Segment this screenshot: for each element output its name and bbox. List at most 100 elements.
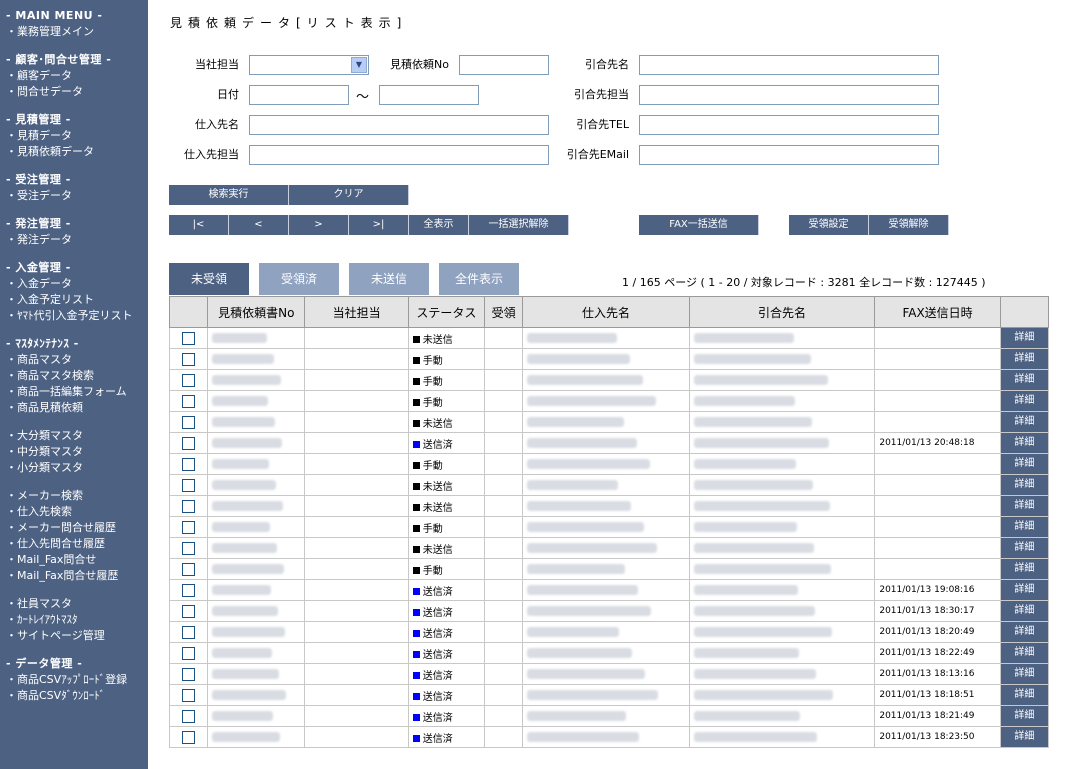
detail-button[interactable]: 詳細 bbox=[1000, 538, 1048, 558]
sidebar-item[interactable]: ・見積依頼データ bbox=[0, 144, 148, 160]
fax-send-all-button[interactable]: FAX一括送信 bbox=[639, 215, 759, 235]
sidebar-item[interactable]: ・メーカー問合せ履歴 bbox=[0, 520, 148, 536]
detail-button[interactable]: 詳細 bbox=[1000, 454, 1048, 474]
row-checkbox[interactable] bbox=[182, 667, 196, 681]
sidebar-item[interactable]: ・商品一括編集フォーム bbox=[0, 384, 148, 400]
chevron-down-icon[interactable]: ▼ bbox=[351, 57, 367, 73]
sidebar-item[interactable]: ・商品CSVｱｯﾌﾟﾛｰﾄﾞ登録 bbox=[0, 672, 148, 688]
sidebar-item[interactable]: ・入金予定リスト bbox=[0, 292, 148, 308]
row-checkbox[interactable] bbox=[182, 625, 196, 639]
sidebar-item[interactable]: ・仕入先問合せ履歴 bbox=[0, 536, 148, 552]
next-page-button[interactable]: > bbox=[289, 215, 349, 235]
sidebar-item[interactable]: ・大分類マスタ bbox=[0, 428, 148, 444]
sidebar-item[interactable]: ・受注データ bbox=[0, 188, 148, 204]
row-checkbox[interactable] bbox=[182, 499, 196, 513]
client-tel-input[interactable] bbox=[639, 115, 939, 135]
first-page-button[interactable]: |< bbox=[169, 215, 229, 235]
detail-button[interactable]: 詳細 bbox=[1000, 412, 1048, 432]
detail-button[interactable]: 詳細 bbox=[1000, 328, 1048, 348]
prev-page-button[interactable]: < bbox=[229, 215, 289, 235]
sidebar-item[interactable]: ・入金データ bbox=[0, 276, 148, 292]
sidebar-item[interactable]: ・見積データ bbox=[0, 128, 148, 144]
row-checkbox[interactable] bbox=[182, 415, 196, 429]
sidebar-item[interactable]: ・商品見積依頼 bbox=[0, 400, 148, 416]
row-checkbox[interactable] bbox=[182, 688, 196, 702]
row-checkbox[interactable] bbox=[182, 541, 196, 555]
tab-show-all[interactable]: 全件表示 bbox=[439, 263, 519, 295]
sidebar-item[interactable]: ・商品マスタ検索 bbox=[0, 368, 148, 384]
client-staff-input[interactable] bbox=[639, 85, 939, 105]
sidebar-item[interactable]: ・ｶｰﾄﾚｲｱｳﾄﾏｽﾀ bbox=[0, 612, 148, 628]
row-checkbox[interactable] bbox=[182, 478, 196, 492]
row-checkbox[interactable] bbox=[182, 709, 196, 723]
row-checkbox[interactable] bbox=[182, 562, 196, 576]
row-checkbox[interactable] bbox=[182, 457, 196, 471]
redacted-value bbox=[527, 668, 646, 679]
received-cell bbox=[484, 642, 524, 664]
date-from-input[interactable] bbox=[249, 85, 349, 105]
detail-button[interactable]: 詳細 bbox=[1000, 622, 1048, 642]
sidebar-item[interactable]: ・社員マスタ bbox=[0, 596, 148, 612]
detail-button[interactable]: 詳細 bbox=[1000, 475, 1048, 495]
sidebar-item[interactable]: ・Mail_Fax問合せ bbox=[0, 552, 148, 568]
sidebar-item[interactable]: ・業務管理メイン bbox=[0, 24, 148, 40]
tab-unreceived[interactable]: 未受領 bbox=[169, 263, 249, 295]
sidebar-item[interactable]: ・顧客データ bbox=[0, 68, 148, 84]
tab-received[interactable]: 受領済 bbox=[259, 263, 339, 295]
row-checkbox[interactable] bbox=[182, 436, 196, 450]
detail-button[interactable]: 詳細 bbox=[1000, 601, 1048, 621]
sidebar-item[interactable]: ・発注データ bbox=[0, 232, 148, 248]
request-no-input[interactable] bbox=[459, 55, 549, 75]
detail-button[interactable]: 詳細 bbox=[1000, 685, 1048, 705]
row-checkbox[interactable] bbox=[182, 331, 196, 345]
sidebar-item[interactable]: ・メーカー検索 bbox=[0, 488, 148, 504]
sidebar-item[interactable]: ・商品CSVﾀﾞｳﾝﾛｰﾄﾞ bbox=[0, 688, 148, 704]
row-checkbox[interactable] bbox=[182, 604, 196, 618]
deselect-all-button[interactable]: 一括選択解除 bbox=[469, 215, 569, 235]
detail-button[interactable]: 詳細 bbox=[1000, 433, 1048, 453]
detail-button[interactable]: 詳細 bbox=[1000, 727, 1048, 747]
table-row: 送信済 2011/01/13 19:08:16 詳細 bbox=[168, 579, 1050, 601]
client-cell bbox=[688, 600, 876, 622]
supplier-name-input[interactable] bbox=[249, 115, 549, 135]
receipt-set-button[interactable]: 受領設定 bbox=[789, 215, 869, 235]
detail-button[interactable]: 詳細 bbox=[1000, 559, 1048, 579]
supplier-staff-input[interactable] bbox=[249, 145, 549, 165]
sidebar-item[interactable]: ・中分類マスタ bbox=[0, 444, 148, 460]
clear-button[interactable]: クリア bbox=[289, 185, 409, 205]
detail-button[interactable]: 詳細 bbox=[1000, 370, 1048, 390]
sidebar-item[interactable]: ・仕入先検索 bbox=[0, 504, 148, 520]
row-checkbox[interactable] bbox=[182, 520, 196, 534]
client-cell bbox=[688, 705, 876, 727]
row-checkbox[interactable] bbox=[182, 394, 196, 408]
staff-select[interactable]: ▼ bbox=[249, 55, 369, 75]
detail-button[interactable]: 詳細 bbox=[1000, 643, 1048, 663]
sidebar-item[interactable]: ・ﾔﾏﾄ代引入金予定リスト bbox=[0, 308, 148, 324]
row-checkbox[interactable] bbox=[182, 583, 196, 597]
detail-button[interactable]: 詳細 bbox=[1000, 664, 1048, 684]
sidebar-item[interactable]: ・Mail_Fax問合せ履歴 bbox=[0, 568, 148, 584]
sidebar-item[interactable]: ・商品マスタ bbox=[0, 352, 148, 368]
date-to-input[interactable] bbox=[379, 85, 479, 105]
receipt-cancel-button[interactable]: 受領解除 bbox=[869, 215, 949, 235]
client-name-input[interactable] bbox=[639, 55, 939, 75]
row-checkbox[interactable] bbox=[182, 646, 196, 660]
detail-button[interactable]: 詳細 bbox=[1000, 496, 1048, 516]
sidebar-item[interactable]: ・小分類マスタ bbox=[0, 460, 148, 476]
row-checkbox[interactable] bbox=[182, 730, 196, 744]
show-all-button[interactable]: 全表示 bbox=[409, 215, 469, 235]
detail-button[interactable]: 詳細 bbox=[1000, 706, 1048, 726]
detail-button[interactable]: 詳細 bbox=[1000, 517, 1048, 537]
sidebar-item[interactable]: ・問合せデータ bbox=[0, 84, 148, 100]
tab-unsent[interactable]: 未送信 bbox=[349, 263, 429, 295]
search-button[interactable]: 検索実行 bbox=[169, 185, 289, 205]
row-checkbox[interactable] bbox=[182, 352, 196, 366]
supplier-cell bbox=[522, 390, 690, 412]
sidebar-item[interactable]: ・サイトページ管理 bbox=[0, 628, 148, 644]
client-email-input[interactable] bbox=[639, 145, 939, 165]
detail-button[interactable]: 詳細 bbox=[1000, 580, 1048, 600]
detail-button[interactable]: 詳細 bbox=[1000, 349, 1048, 369]
row-checkbox[interactable] bbox=[182, 373, 196, 387]
last-page-button[interactable]: >| bbox=[349, 215, 409, 235]
detail-button[interactable]: 詳細 bbox=[1000, 391, 1048, 411]
